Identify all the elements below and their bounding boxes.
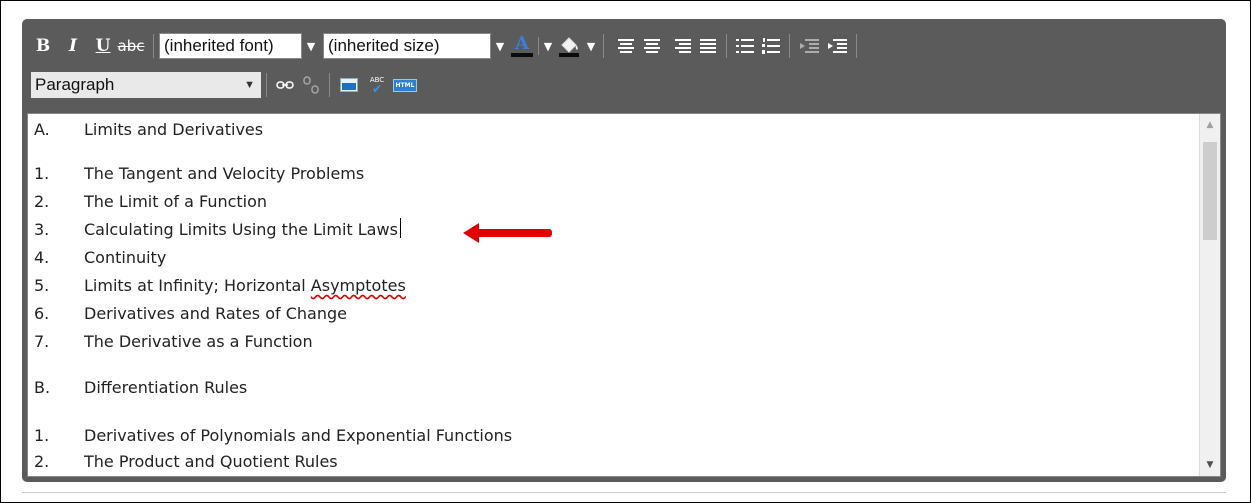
text-cursor bbox=[399, 218, 401, 238]
item-number: 1. bbox=[34, 164, 50, 183]
bulleted-list-icon[interactable] bbox=[732, 33, 758, 59]
block-format-value: Paragraph bbox=[35, 75, 115, 94]
align-left-icon[interactable] bbox=[613, 33, 639, 59]
text-color-icon: A bbox=[515, 33, 529, 54]
unlink-glyph-icon bbox=[303, 76, 319, 94]
item-text: Derivatives of Polynomials and Exponenti… bbox=[84, 426, 513, 445]
item-number: 3. bbox=[34, 220, 50, 239]
indent-icon[interactable] bbox=[823, 33, 851, 59]
text-color-dropdown-arrow-icon[interactable]: ▼ bbox=[542, 33, 554, 59]
item-number: 5. bbox=[34, 276, 50, 295]
text-color-swatch bbox=[511, 53, 533, 57]
list-item: 5. Limits at Infinity; Horizontal Asympt… bbox=[34, 274, 406, 298]
unlink-icon[interactable] bbox=[298, 72, 324, 98]
numbered-list-icon[interactable] bbox=[758, 33, 784, 59]
list-item: A. Limits and Derivatives bbox=[34, 118, 263, 142]
item-text: The Tangent and Velocity Problems bbox=[84, 164, 365, 183]
item-text: The Derivative as a Function bbox=[84, 332, 313, 351]
scroll-down-arrow-icon[interactable]: ▼ bbox=[1200, 456, 1220, 474]
align-right-icon[interactable] bbox=[665, 33, 695, 59]
item-number: A. bbox=[34, 120, 50, 139]
item-number: 4. bbox=[34, 248, 50, 267]
bold-button[interactable]: B bbox=[32, 33, 54, 59]
outdent-icon[interactable] bbox=[795, 33, 823, 59]
item-number: 6. bbox=[34, 304, 50, 323]
toolbar-separator bbox=[153, 34, 154, 58]
item-text: Limits and Derivatives bbox=[84, 120, 264, 139]
toolbar-separator bbox=[266, 73, 267, 97]
spellcheck-icon[interactable]: ABC ✔ bbox=[363, 72, 391, 98]
list-item: B. Differentiation Rules bbox=[34, 376, 247, 400]
toolbar-separator bbox=[538, 37, 539, 55]
item-number: 2. bbox=[34, 452, 50, 471]
list-item: 7. The Derivative as a Function bbox=[34, 330, 313, 354]
toolbar-separator bbox=[329, 73, 330, 97]
item-text: The Product and Quotient Rules bbox=[84, 452, 338, 471]
list-item: 6. Derivatives and Rates of Change bbox=[34, 302, 347, 326]
vertical-scrollbar[interactable]: ▲ ▼ bbox=[1199, 114, 1220, 476]
font-size-value: (inherited size) bbox=[328, 36, 440, 55]
insert-image-icon[interactable] bbox=[335, 72, 363, 98]
toolbar-row-1: B I U abc (inherited font) ▼ (inherited … bbox=[32, 32, 862, 60]
bullet-list-glyph-icon bbox=[736, 39, 754, 53]
scroll-thumb[interactable] bbox=[1203, 142, 1217, 240]
align-justify-icon[interactable] bbox=[695, 33, 721, 59]
font-family-dropdown-arrow-icon[interactable]: ▼ bbox=[302, 33, 320, 59]
toolbar-separator bbox=[856, 34, 857, 58]
paint-bucket-icon bbox=[559, 37, 579, 57]
font-family-select[interactable]: (inherited font) bbox=[159, 33, 302, 59]
item-text: Limits at Infinity; Horizontal bbox=[84, 276, 311, 295]
background-color-button[interactable] bbox=[554, 33, 584, 59]
item-text: Continuity bbox=[84, 248, 167, 267]
image-glyph-icon bbox=[340, 78, 358, 92]
font-size-select[interactable]: (inherited size) bbox=[323, 33, 491, 59]
item-text: The Limit of a Function bbox=[84, 192, 268, 211]
insert-link-icon[interactable] bbox=[272, 72, 298, 98]
underline-button[interactable]: U bbox=[92, 33, 114, 59]
chevron-down-icon: ▼ bbox=[244, 79, 255, 91]
list-item: 3. Calculating Limits Using the Limit La… bbox=[34, 218, 401, 242]
item-number: 2. bbox=[34, 192, 50, 211]
html-label: HTML bbox=[392, 78, 418, 92]
divider bbox=[22, 492, 1226, 493]
indent-glyph-icon bbox=[828, 39, 847, 53]
text-color-button[interactable]: A bbox=[509, 33, 535, 59]
editor-content-area[interactable]: A. Limits and Derivatives 1. The Tangent… bbox=[27, 113, 1221, 477]
outdent-glyph-icon bbox=[800, 39, 819, 53]
item-number: 7. bbox=[34, 332, 50, 351]
numbered-list-glyph-icon bbox=[762, 38, 780, 54]
item-text: Calculating Limits Using the Limit Laws bbox=[84, 220, 398, 239]
misspelled-word[interactable]: Asymptotes bbox=[311, 274, 406, 298]
item-text: Derivatives and Rates of Change bbox=[84, 304, 347, 323]
list-item: 2. The Limit of a Function bbox=[34, 190, 267, 214]
link-glyph-icon bbox=[276, 81, 294, 89]
item-number: 1. bbox=[34, 426, 50, 445]
item-text: Differentiation Rules bbox=[84, 378, 248, 397]
toolbar-row-2: Paragraph ▼ ABC ✔ HTML bbox=[31, 71, 419, 99]
align-center-icon[interactable] bbox=[639, 33, 665, 59]
red-annotation-arrow-icon bbox=[463, 223, 552, 243]
list-item: 2. The Product and Quotient Rules bbox=[34, 450, 338, 474]
list-item: 4. Continuity bbox=[34, 246, 166, 270]
italic-button[interactable]: I bbox=[62, 33, 84, 59]
font-size-dropdown-arrow-icon[interactable]: ▼ bbox=[491, 33, 509, 59]
block-format-select[interactable]: Paragraph ▼ bbox=[31, 72, 261, 98]
strikethrough-button[interactable]: abc bbox=[114, 33, 148, 59]
scroll-up-arrow-icon[interactable]: ▲ bbox=[1200, 116, 1220, 134]
checkmark-icon: ✔ bbox=[371, 82, 383, 96]
toolbar-separator bbox=[789, 34, 790, 58]
background-color-dropdown-arrow-icon[interactable]: ▼ bbox=[584, 33, 598, 59]
toolbar-separator bbox=[603, 34, 604, 58]
item-number: B. bbox=[34, 378, 51, 397]
list-item: 1. Derivatives of Polynomials and Expone… bbox=[34, 424, 512, 448]
font-family-value: (inherited font) bbox=[164, 36, 274, 55]
list-item: 1. The Tangent and Velocity Problems bbox=[34, 162, 364, 186]
html-source-icon[interactable]: HTML bbox=[391, 72, 419, 98]
toolbar-separator bbox=[726, 34, 727, 58]
